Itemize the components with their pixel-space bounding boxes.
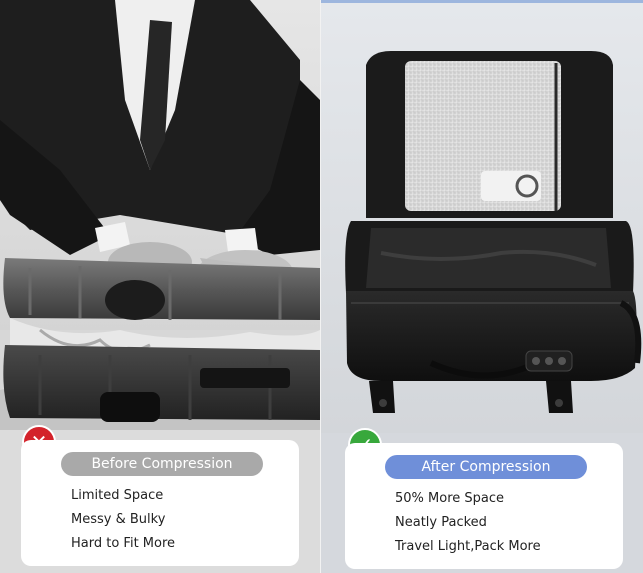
before-compression-label: Before Compression	[61, 452, 263, 476]
before-card: Before Compression Limited Space Messy &…	[21, 440, 299, 566]
list-item: Messy & Bulky	[71, 512, 166, 527]
after-card: After Compression 50% More Space Neatly …	[345, 443, 623, 569]
list-item: 50% More Space	[395, 491, 505, 506]
before-panel: ✕ Before Compression Limited Space Messy…	[0, 0, 320, 573]
list-item: Neatly Packed	[395, 515, 487, 530]
list-item: Limited Space	[71, 488, 164, 503]
comparison-graphic: ✕ Before Compression Limited Space Messy…	[0, 0, 643, 573]
list-item: Travel Light,Pack More	[395, 539, 541, 554]
compressed-backpack-photo	[321, 3, 643, 433]
before-list: Limited Space Messy & Bulky Hard to Fit …	[71, 487, 175, 559]
after-panel: ✓ After Compression 50% More Space Neatl…	[321, 0, 643, 573]
list-item: Hard to Fit More	[71, 536, 176, 551]
after-compression-label: After Compression	[385, 455, 587, 479]
overpacked-suitcase-photo	[0, 0, 320, 430]
after-list: 50% More Space Neatly Packed Travel Ligh…	[395, 490, 541, 562]
